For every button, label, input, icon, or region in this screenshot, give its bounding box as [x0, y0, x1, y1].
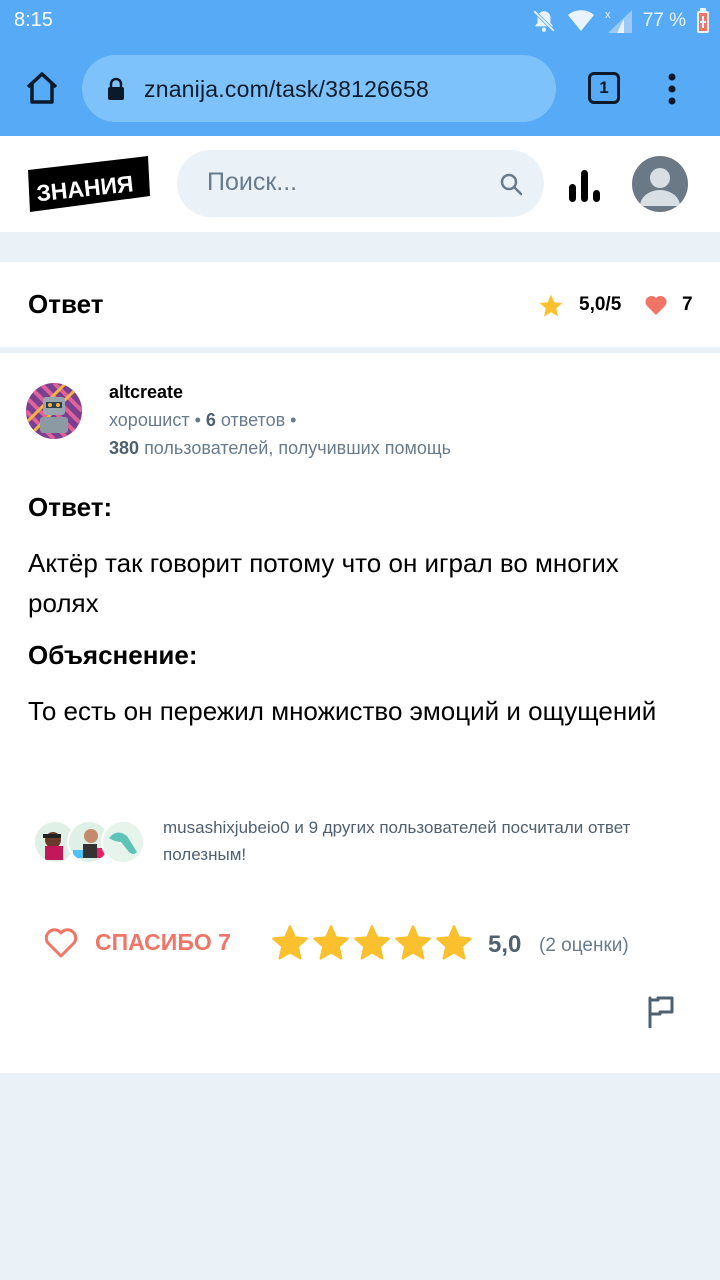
battery-icon	[697, 8, 709, 33]
author-answers-count: 6	[205, 410, 216, 430]
author-helped-label: пользователей, получивших помощь	[144, 438, 452, 458]
answer-header: Ответ 5,0/5 7	[0, 262, 720, 350]
helpful-user-avatar	[101, 820, 145, 864]
user-avatar[interactable]	[632, 156, 688, 212]
url-text: znanija.com/task/38126658	[144, 76, 430, 102]
status-icons: x 77 %	[531, 6, 710, 36]
author-name[interactable]: altcreate	[109, 382, 183, 403]
tab-switcher-button[interactable]: 1	[588, 72, 620, 104]
author-helped-count: 380	[109, 438, 140, 458]
rating-star-icon[interactable]	[312, 924, 350, 962]
lock-icon	[108, 77, 124, 100]
site-header: ЗНАНИЯ	[0, 136, 720, 232]
status-bar: 8:15 x 77 %	[0, 0, 720, 42]
author-meta: хорошист • 6 ответов •	[109, 410, 297, 430]
muted-bell-icon	[532, 10, 555, 32]
rating-star-icon[interactable]	[394, 924, 432, 962]
author-helped: 380 пользователей, получивших помощь	[109, 438, 451, 459]
rating-count: (2 оценки)	[539, 935, 629, 956]
address-bar[interactable]: znanija.com/task/38126658	[82, 55, 556, 122]
author-avatar[interactable]	[26, 383, 82, 439]
search-input[interactable]	[207, 168, 487, 197]
heart-icon	[645, 295, 667, 315]
rating-star-icon[interactable]	[353, 924, 391, 962]
robot-avatar-image	[26, 383, 82, 439]
helpful-text: musashixjubeio0 и 9 других пользователей…	[163, 818, 631, 864]
signal-icon: x	[605, 9, 632, 33]
report-flag-icon[interactable]	[646, 996, 676, 1028]
explanation-text: То есть он пережил множиство эмоций и ощ…	[28, 696, 657, 726]
answer-title: Ответ	[28, 289, 104, 319]
browser-toolbar: znanija.com/task/38126658 1	[0, 42, 720, 136]
author-answers-label: ответов	[220, 410, 286, 430]
more-menu-icon[interactable]	[662, 72, 682, 106]
search-icon[interactable]	[499, 172, 523, 196]
rating-stars[interactable]	[271, 924, 473, 964]
answer-text: Актёр так говорит потому что он играл во…	[28, 548, 619, 618]
helpful-users-avatars	[33, 820, 145, 864]
answer-rating: 5,0/5	[579, 294, 622, 315]
wifi-icon	[567, 10, 594, 31]
star-icon	[539, 294, 563, 317]
answer-likes: 7	[682, 294, 693, 315]
heart-outline-icon[interactable]	[44, 927, 78, 959]
znanija-logo[interactable]: ЗНАНИЯ	[28, 156, 150, 212]
ranking-icon[interactable]	[566, 166, 604, 204]
rating-star-icon[interactable]	[271, 924, 309, 962]
rating-value: 5,0	[488, 931, 522, 958]
status-time: 8:15	[14, 9, 53, 31]
rating-star-icon[interactable]	[435, 924, 473, 962]
battery-percent: 77 %	[642, 10, 686, 31]
author-rank: хорошист	[109, 410, 190, 430]
user-icon	[640, 168, 680, 206]
explanation-label: Объяснение:	[28, 640, 198, 670]
home-icon[interactable]	[22, 68, 62, 108]
thanks-button[interactable]: СПАСИБО 7	[95, 929, 231, 956]
answer-label: Ответ:	[28, 492, 113, 522]
answer-card: altcreate хорошист • 6 ответов • 380 пол…	[0, 353, 720, 1073]
search-box[interactable]	[177, 150, 544, 217]
svg-text:x: x	[605, 9, 611, 21]
